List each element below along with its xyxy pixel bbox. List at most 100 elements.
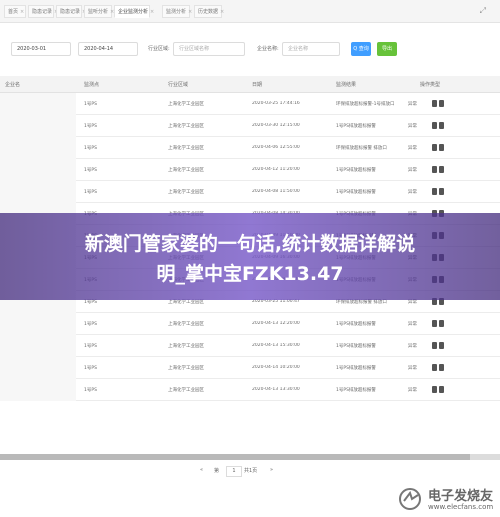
company-cell — [0, 313, 76, 335]
page-suffix: 共1页 — [244, 468, 258, 474]
industry-select[interactable]: 行业区域名称 — [173, 42, 245, 56]
table-row: 1号PS 上海化学工业园区 2020-04-08 11:50:00 1号PS排放超标报… — [0, 181, 500, 203]
tab-hazard-record-2[interactable]: 隐患记录× — [56, 5, 86, 18]
point-cell: 1号PS — [84, 366, 97, 371]
start-date-input[interactable]: 2020-03-01 — [11, 42, 71, 56]
time-cell: 2020-04-12 11:20:00 — [252, 167, 300, 172]
column-header: 企业名 — [5, 82, 21, 88]
delete-icon[interactable] — [439, 166, 444, 173]
edit-icon[interactable] — [432, 100, 437, 107]
company-cell — [0, 93, 76, 115]
tab-label: 首页 — [8, 9, 19, 15]
banner-line-1: 新澳门管家婆的一句话,统计数据详解说 — [84, 233, 416, 255]
result-cell: 1号PS排放超标报警 — [336, 124, 376, 129]
tab-label: 监听分析 — [88, 9, 109, 15]
time-cell: 2020-04-08 11:50:00 — [252, 189, 300, 194]
result-cell: 1号PS排放超标报警 — [336, 388, 376, 393]
time-cell: 2020-04-13 13:30:00 — [252, 387, 300, 392]
next-page-button[interactable]: » — [270, 467, 273, 473]
company-cell — [0, 181, 76, 203]
scrollbar-thumb[interactable] — [0, 454, 470, 460]
edit-icon[interactable] — [432, 144, 437, 151]
row-actions — [432, 100, 446, 107]
delete-icon[interactable] — [439, 342, 444, 349]
edit-icon[interactable] — [432, 386, 437, 393]
time-cell: 2020-04-06 12:55:00 — [252, 145, 300, 150]
tab-monitor-analysis[interactable]: 监听分析 × — [84, 5, 114, 18]
point-cell: 1号PS — [84, 322, 97, 327]
result-cell: 1号PS排放超标报警 — [336, 366, 376, 371]
point-cell: 1号PS — [84, 388, 97, 393]
result-cell: 环保排放超标报警-1号排放口 — [336, 102, 395, 107]
row-actions — [432, 364, 446, 371]
tab-label: 隐患记录 — [60, 9, 81, 15]
edit-icon[interactable] — [432, 364, 437, 371]
company-label: 企业名称: — [257, 46, 279, 52]
delete-icon[interactable] — [439, 188, 444, 195]
tab-hazard-record-1[interactable]: 隐患记录× — [28, 5, 58, 18]
watermark: 电子发烧友 www.elecfans.com — [398, 483, 498, 515]
end-date-input[interactable]: 2020-04-14 — [78, 42, 138, 56]
close-icon[interactable]: × — [220, 9, 224, 15]
point-cell: 1号PS — [84, 344, 97, 349]
row-actions — [432, 342, 446, 349]
fullscreen-icon[interactable]: ⤢ — [480, 6, 486, 16]
search-button[interactable]: Q 查询 — [351, 42, 371, 56]
delete-icon[interactable] — [439, 100, 444, 107]
tab-monitor[interactable]: 监测分析 × — [162, 5, 192, 18]
edit-icon[interactable] — [432, 122, 437, 129]
status-cell: 异常 — [408, 102, 417, 107]
table-header: 企业名 监测点 行业区域 日期 监测结果 操作类型 — [0, 76, 500, 93]
overlay-banner: 新澳门管家婆的一句话,统计数据详解说 明_掌中宝FZK13.47 — [0, 213, 500, 300]
point-cell: 1号PS — [84, 124, 97, 129]
close-icon[interactable]: × — [150, 9, 154, 15]
area-cell: 上海化学工业园区 — [168, 168, 204, 173]
area-cell: 上海化学工业园区 — [168, 146, 204, 151]
tab-history[interactable]: 历史数据 × — [194, 5, 224, 18]
row-actions — [432, 166, 446, 173]
delete-icon[interactable] — [439, 364, 444, 371]
table-row: 1号PS 上海化学工业园区 2020-04-13 13:30:00 1号PS排放超标报… — [0, 379, 500, 401]
status-cell: 异常 — [408, 168, 417, 173]
delete-icon[interactable] — [439, 386, 444, 393]
result-cell: 环保排放超标报警 排放口 — [336, 146, 387, 151]
export-button[interactable]: 导出 — [377, 42, 397, 56]
banner-line-2: 明_掌中宝FZK13.47 — [156, 263, 344, 285]
filter-bar: 2020-03-01 2020-04-14 行业区域: 行业区域名称 企业名称:… — [0, 36, 500, 62]
row-actions — [432, 188, 446, 195]
column-header: 日期 — [252, 82, 263, 88]
edit-icon[interactable] — [432, 342, 437, 349]
row-actions — [432, 122, 446, 129]
company-cell — [0, 159, 76, 181]
table-row: 1号PS 上海化学工业园区 2020-04-14 10:20:00 1号PS排放超标报… — [0, 357, 500, 379]
edit-icon[interactable] — [432, 188, 437, 195]
result-cell: 1号PS排放超标报警 — [336, 322, 376, 327]
result-cell: 1号PS排放超标报警 — [336, 344, 376, 349]
status-cell: 异常 — [408, 124, 417, 129]
status-cell: 异常 — [408, 388, 417, 393]
tab-company-monitor-analysis[interactable]: 企业监测分析 × — [114, 5, 154, 18]
column-header: 行业区域 — [168, 82, 189, 88]
tab-label: 隐患记录 — [32, 9, 53, 15]
tab-home[interactable]: 首页 × — [4, 5, 26, 18]
status-cell: 异常 — [408, 146, 417, 151]
delete-icon[interactable] — [439, 122, 444, 129]
delete-icon[interactable] — [439, 144, 444, 151]
industry-label: 行业区域: — [148, 46, 170, 52]
prev-page-button[interactable]: « — [200, 467, 203, 473]
company-input[interactable]: 企业名称 — [282, 42, 340, 56]
tab-bar: 首页× 隐患记录× 隐患记录× 监听分析× 企业监测分析× 监测分析× 历史数据… — [0, 0, 500, 23]
edit-icon[interactable] — [432, 320, 437, 327]
page-number-input[interactable]: 1 — [226, 466, 242, 477]
horizontal-scrollbar[interactable] — [0, 454, 500, 460]
row-actions — [432, 386, 446, 393]
close-icon[interactable]: × — [188, 9, 192, 15]
tab-label: 企业监测分析 — [118, 9, 149, 15]
table-row: 1号PS 上海化学工业园区 2020-04-13 15:30:00 1号PS排放超标报… — [0, 335, 500, 357]
edit-icon[interactable] — [432, 166, 437, 173]
close-icon[interactable]: × — [20, 9, 24, 15]
delete-icon[interactable] — [439, 320, 444, 327]
watermark-url: www.elecfans.com — [428, 503, 494, 511]
company-cell — [0, 115, 76, 137]
area-cell: 上海化学工业园区 — [168, 344, 204, 349]
